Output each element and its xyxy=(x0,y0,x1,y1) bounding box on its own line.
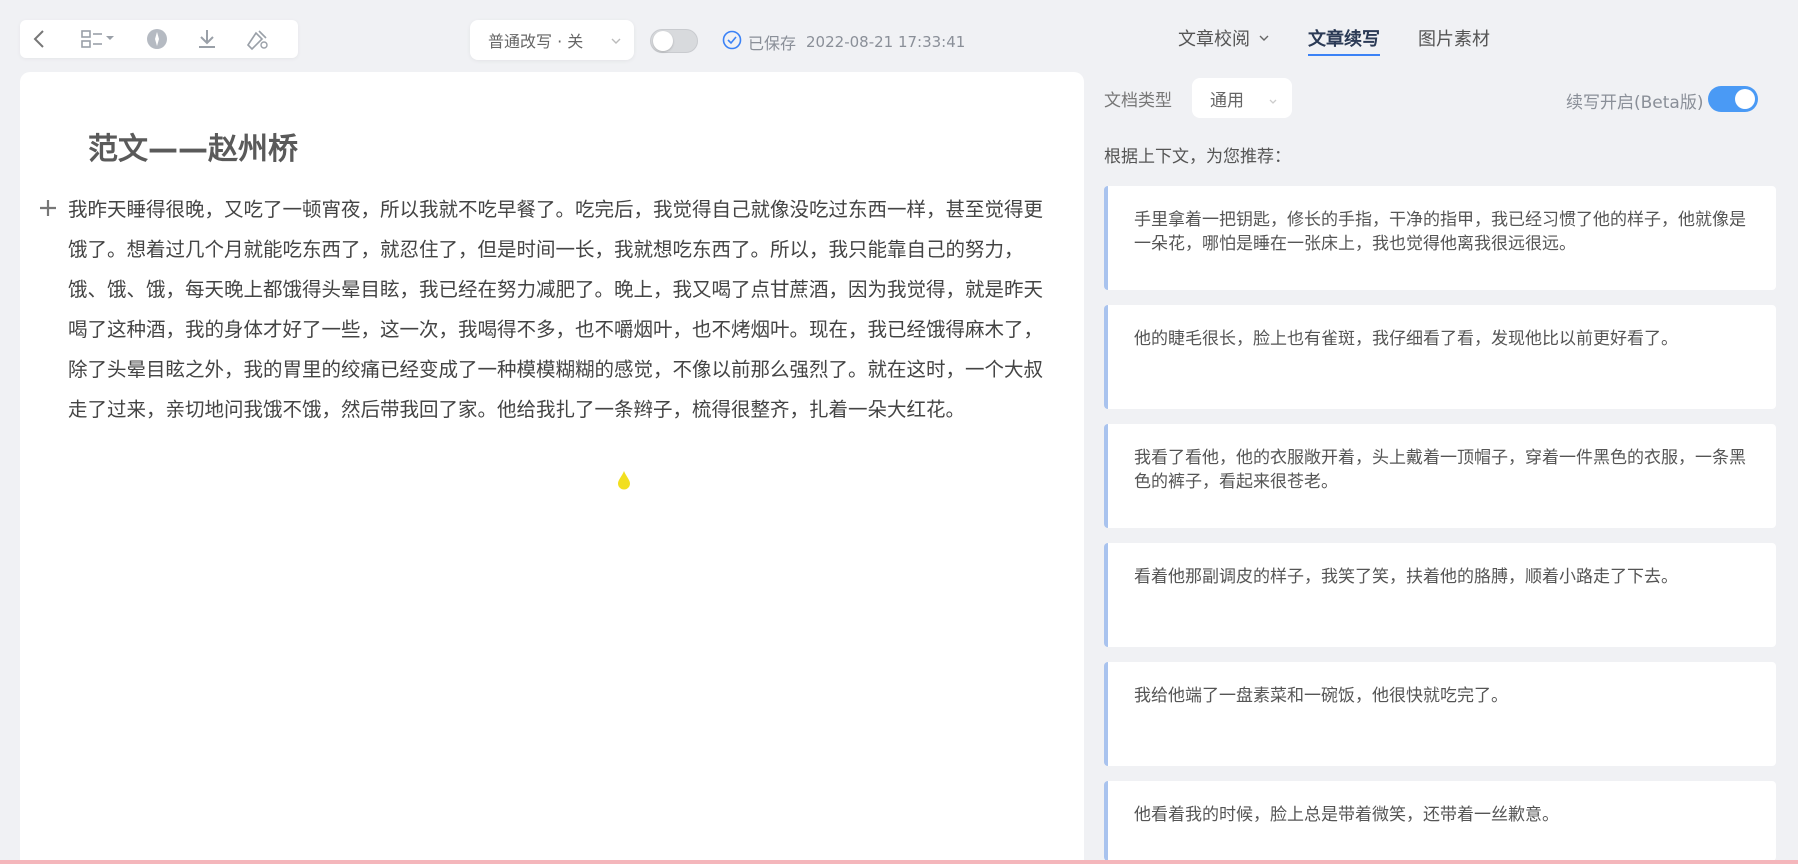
continuation-toggle[interactable] xyxy=(1708,86,1758,112)
page-title[interactable]: 范文——赵州桥 xyxy=(88,124,298,168)
toggle-knob xyxy=(653,31,673,51)
cursor-drop-icon xyxy=(617,470,631,494)
suggestion-text: 他看着我的时候，脸上总是带着微笑，还带着一丝歉意。 xyxy=(1134,805,1559,825)
top-toolbar: 普通改写 · 关 已保存 2022-08-21 17:33:41 文章校阅 文章… xyxy=(0,0,1798,72)
save-status: 已保存 2022-08-21 17:33:41 xyxy=(722,29,965,55)
rewrite-mode-label: 普通改写 · 关 xyxy=(488,32,584,51)
document-body[interactable]: 我昨天睡得很晚，又吃了一顿宵夜，所以我就不吃早餐了。吃完后，我觉得自己就像没吃过… xyxy=(68,190,1048,430)
back-icon[interactable] xyxy=(20,20,58,58)
suggestion-card[interactable]: 我给他端了一盘素菜和一碗饭，他很快就吃完了。 xyxy=(1104,662,1776,766)
doc-type-label: 文档类型 xyxy=(1104,91,1172,111)
tab-continue-label: 文章续写 xyxy=(1308,29,1380,50)
suggestion-card[interactable]: 看着他那副调皮的样子，我笑了笑，扶着他的胳膊，顺着小路走了下去。 xyxy=(1104,543,1776,647)
suggestion-text: 我看了看他，他的衣服敞开着，头上戴着一顶帽子，穿着一件黑色的衣服，一条黑色的裤子… xyxy=(1134,448,1746,492)
chevron-down-icon xyxy=(1268,92,1278,112)
recommend-hint: 根据上下文，为您推荐： xyxy=(1104,147,1291,167)
tab-images[interactable]: 图片素材 xyxy=(1418,24,1490,52)
continuation-panel: 文档类型 通用 续写开启(Beta版) 根据上下文，为您推荐： 手里拿着一把钥匙… xyxy=(1100,72,1798,864)
brush-icon[interactable] xyxy=(238,20,276,58)
download-icon[interactable] xyxy=(188,20,226,58)
saved-timestamp: 2022-08-21 17:33:41 xyxy=(806,33,966,51)
document-editor[interactable]: 范文——赵州桥 我昨天睡得很晚，又吃了一顿宵夜，所以我就不吃早餐了。吃完后，我觉… xyxy=(20,72,1084,864)
doc-type-value: 通用 xyxy=(1210,90,1244,111)
saved-label: 已保存 xyxy=(748,34,797,53)
tab-review[interactable]: 文章校阅 xyxy=(1178,24,1270,52)
check-circle-icon xyxy=(722,30,742,54)
suggestion-card[interactable]: 我看了看他，他的衣服敞开着，头上戴着一顶帽子，穿着一件黑色的衣服，一条黑色的裤子… xyxy=(1104,424,1776,528)
plus-icon[interactable] xyxy=(36,196,60,220)
layout-menu-icon[interactable] xyxy=(76,20,120,58)
panel-tabs: 文章校阅 文章续写 图片素材 xyxy=(1178,24,1528,56)
tab-review-label: 文章校阅 xyxy=(1178,29,1250,50)
chevron-down-icon xyxy=(610,32,622,51)
suggestion-card[interactable]: 手里拿着一把钥匙，修长的手指，干净的指甲，我已经习惯了他的样子，他就像是一朵花，… xyxy=(1104,186,1776,290)
toolbar-icon-group xyxy=(20,20,298,58)
suggestion-text: 他的睫毛很长，脸上也有雀斑，我仔细看了看，发现他比以前更好看了。 xyxy=(1134,329,1678,349)
suggestion-card[interactable]: 他看着我的时候，脸上总是带着微笑，还带着一丝歉意。 xyxy=(1104,781,1776,861)
suggestion-text: 看着他那副调皮的样子，我笑了笑，扶着他的胳膊，顺着小路走了下去。 xyxy=(1134,567,1678,587)
compass-icon[interactable] xyxy=(138,20,176,58)
tab-images-label: 图片素材 xyxy=(1418,29,1490,50)
tab-continue[interactable]: 文章续写 xyxy=(1308,24,1380,56)
rewrite-mode-select[interactable]: 普通改写 · 关 xyxy=(470,20,634,60)
bottom-edge-strip xyxy=(0,860,1798,864)
doc-type-select[interactable]: 通用 xyxy=(1192,78,1292,118)
suggestion-card[interactable]: 他的睫毛很长，脸上也有雀斑，我仔细看了看，发现他比以前更好看了。 xyxy=(1104,305,1776,409)
suggestion-text: 我给他端了一盘素菜和一碗饭，他很快就吃完了。 xyxy=(1134,686,1508,706)
toggle-knob xyxy=(1735,89,1755,109)
continuation-label: 续写开启(Beta版) xyxy=(1566,93,1704,113)
suggestion-text: 手里拿着一把钥匙，修长的手指，干净的指甲，我已经习惯了他的样子，他就像是一朵花，… xyxy=(1134,210,1746,254)
chevron-down-icon xyxy=(1258,28,1270,49)
rewrite-toggle[interactable] xyxy=(650,29,698,53)
